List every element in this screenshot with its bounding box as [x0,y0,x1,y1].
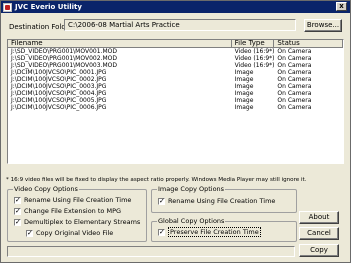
video-copy-options-group: Video Copy Options Rename Using File Cre… [7,185,147,242]
table-row[interactable]: J:\DCIM\100JVCSO\PIC_0005.JPG Image On Cam… [8,97,343,104]
video-demux-option[interactable]: Demultiplex to Elementary Streams [14,218,141,227]
checkbox[interactable] [158,197,165,206]
list-rows: J:\SD_VIDEO\PRG001\MOV001.MOD Video (16:9… [8,48,343,111]
row-status: On Camera [277,55,312,62]
option-label: Rename Using File Creation Time [24,196,132,204]
option-label: Rename Using File Creation Time [168,197,276,205]
list-header: Filename File Type Status [8,40,343,48]
about-button[interactable]: About [299,211,339,224]
row-filename: J:\SD_VIDEO\PRG001\MOV001.MOD [11,48,117,55]
row-filetype: Video (16:9*) [234,62,275,69]
row-filetype: Image [234,76,254,83]
row-status: On Camera [277,62,312,69]
image-copy-options-label: Image Copy Options [157,185,226,193]
table-row[interactable]: J:\SD_VIDEO\PRG001\MOV001.MOD Video (16:9… [8,48,343,55]
copy-button[interactable]: Copy [299,244,339,257]
checkbox[interactable] [14,196,21,205]
preserve-time-option[interactable]: Preserve File Creation Time [158,227,261,237]
table-row[interactable]: J:\SD_VIDEO\PRG001\MOV002.MOD Video (16:9… [8,55,343,62]
image-copy-options-group: Image Copy Options Rename Using File Cre… [151,185,297,213]
window-title: JVC Everio Utility [15,3,82,11]
row-filename: J:\DCIM\100JVCSO\PIC_0004.JPG [11,90,107,97]
file-list[interactable]: Filename File Type Status J:\SD_VIDEO\PR… [7,39,344,164]
table-row[interactable]: J:\DCIM\100JVCSO\PIC_0004.JPG Image On Cam… [8,90,343,97]
title-bar[interactable]: JVC Everio Utility x [1,1,350,13]
global-copy-options-label: Global Copy Options [157,217,226,225]
video-copy-original-option[interactable]: Copy Original Video File [26,229,114,238]
table-row[interactable]: J:\DCIM\100JVCSO\PIC_0006.JPG Image On Cam… [8,104,343,111]
row-filename: J:\SD_VIDEO\PRG001\MOV003.MOD [11,62,117,69]
column-header-status[interactable]: Status [274,40,343,47]
option-label: Preserve File Creation Time [168,227,261,237]
destination-field[interactable]: C:\2006-08 Martial Arts Practice [64,19,296,31]
row-filetype: Image [234,90,254,97]
option-label: Copy Original Video File [36,229,114,237]
video-rename-option[interactable]: Rename Using File Creation Time [14,196,132,205]
browse-button[interactable]: Browse... [304,19,342,32]
row-filename: J:\DCIM\100JVCSO\PIC_0005.JPG [11,97,107,104]
option-label: Change File Extension to MPG [24,207,122,215]
image-rename-option[interactable]: Rename Using File Creation Time [158,197,276,206]
row-status: On Camera [277,97,312,104]
checkbox[interactable] [14,207,21,216]
row-filename: J:\SD_VIDEO\PRG001\MOV002.MOD [11,55,117,62]
video-extension-option[interactable]: Change File Extension to MPG [14,207,122,216]
table-row[interactable]: J:\DCIM\100JVCSO\PIC_0003.JPG Image On Cam… [8,83,343,90]
main-window: JVC Everio Utility x Destination Folder:… [0,0,351,263]
row-filetype: Image [234,97,254,104]
row-filetype: Image [234,83,254,90]
row-filename: J:\DCIM\100JVCSO\PIC_0001.JPG [11,69,107,76]
aspect-ratio-note: * 16:9 video files will be fixed to disp… [6,177,307,183]
row-status: On Camera [277,76,312,83]
status-bar [7,246,295,257]
row-status: On Camera [277,48,312,55]
row-status: On Camera [277,90,312,97]
video-copy-options-label: Video Copy Options [13,185,79,193]
column-header-filename[interactable]: Filename [8,40,232,47]
row-status: On Camera [277,83,312,90]
table-row[interactable]: J:\DCIM\100JVCSO\PIC_0001.JPG Image On Cam… [8,69,343,76]
row-filetype: Video (16:9*) [234,55,275,62]
table-row[interactable]: J:\DCIM\100JVCSO\PIC_0002.JPG Image On Cam… [8,76,343,83]
row-filename: J:\DCIM\100JVCSO\PIC_0006.JPG [11,104,107,111]
table-row[interactable]: J:\SD_VIDEO\PRG001\MOV003.MOD Video (16:9… [8,62,343,69]
checkbox[interactable] [158,228,165,237]
app-icon [3,2,12,12]
row-filetype: Image [234,104,254,111]
option-label: Demultiplex to Elementary Streams [24,218,141,226]
cancel-button[interactable]: Cancel [299,227,339,240]
close-button[interactable]: x [336,2,347,11]
row-filename: J:\DCIM\100JVCSO\PIC_0002.JPG [11,76,107,83]
row-filetype: Video (16:9*) [234,48,275,55]
row-status: On Camera [277,104,312,111]
checkbox[interactable] [26,229,33,238]
column-header-filetype[interactable]: File Type [232,40,275,47]
row-status: On Camera [277,69,312,76]
global-copy-options-group: Global Copy Options Preserve File Creati… [151,217,297,242]
row-filetype: Image [234,69,254,76]
row-filename: J:\DCIM\100JVCSO\PIC_0003.JPG [11,83,107,90]
checkbox[interactable] [14,218,21,227]
